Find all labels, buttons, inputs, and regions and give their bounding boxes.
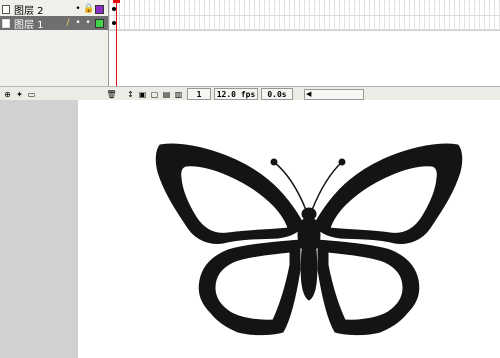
frame-row-layer-1[interactable]: [109, 16, 500, 30]
edit-multiple-frames-icon[interactable]: ▤: [161, 89, 172, 99]
insert-folder-icon[interactable]: ▭: [26, 89, 37, 99]
frame-rate-field[interactable]: 12.0 fps: [214, 88, 258, 100]
lock-dot[interactable]: •: [83, 18, 93, 28]
add-motion-guide-icon[interactable]: ✦: [14, 89, 25, 99]
lock-icon[interactable]: 🔒: [83, 4, 94, 14]
center-frame-icon[interactable]: ↕: [125, 89, 136, 99]
butterfly-head: [301, 207, 317, 221]
layer-list: 图层 2 • 🔒 图层 1 / • •: [0, 0, 109, 86]
lower-right-wing: [317, 239, 420, 336]
onion-skin-icon[interactable]: ▣: [137, 89, 148, 99]
elapsed-time-field: 0.0s: [261, 88, 293, 100]
butterfly-abdomen: [300, 249, 318, 301]
upper-left-wing: [155, 143, 305, 244]
lower-left-wing: [198, 239, 301, 336]
onion-outline-icon[interactable]: ▢: [149, 89, 160, 99]
layer-icon: [2, 4, 10, 14]
layer-row-1[interactable]: 图层 1 / • •: [0, 16, 108, 31]
layer-name[interactable]: 图层 1: [14, 16, 63, 31]
delete-layer-icon[interactable]: 🗑: [106, 89, 117, 99]
scroll-left-icon[interactable]: ◀: [306, 90, 311, 98]
layer-row-2[interactable]: 图层 2 • 🔒: [0, 2, 108, 17]
outline-color-swatch[interactable]: [95, 18, 104, 28]
outline-color-swatch[interactable]: [95, 4, 104, 14]
upper-right-wing: [313, 143, 463, 244]
butterfly-thorax: [297, 216, 321, 254]
playhead-line[interactable]: [116, 0, 117, 100]
layer-name[interactable]: 图层 2: [14, 2, 73, 17]
frame-grid[interactable]: [109, 0, 500, 86]
timeline-scrollbar[interactable]: ◀: [304, 89, 364, 100]
current-frame-field: 1: [187, 88, 211, 100]
frame-row-layer-2[interactable]: [109, 2, 500, 16]
pencil-icon: /: [66, 18, 70, 28]
left-antenna-tip: [270, 158, 278, 166]
timeline-panel: 图层 2 • 🔒 图层 1 / • • ⊕ ✦ ▭ 🗑 ↕ ▣ ▢ ▤ ▥ 1 …: [0, 0, 500, 102]
show-hide-dot[interactable]: •: [73, 4, 83, 14]
butterfly-shape[interactable]: [78, 100, 500, 358]
show-hide-dot[interactable]: •: [73, 18, 83, 28]
layer-icon: [2, 18, 10, 28]
insert-layer-icon[interactable]: ⊕: [2, 89, 13, 99]
modify-onion-markers-icon[interactable]: ▥: [173, 89, 184, 99]
pasteboard: [0, 100, 78, 358]
right-antenna-tip: [338, 158, 346, 166]
